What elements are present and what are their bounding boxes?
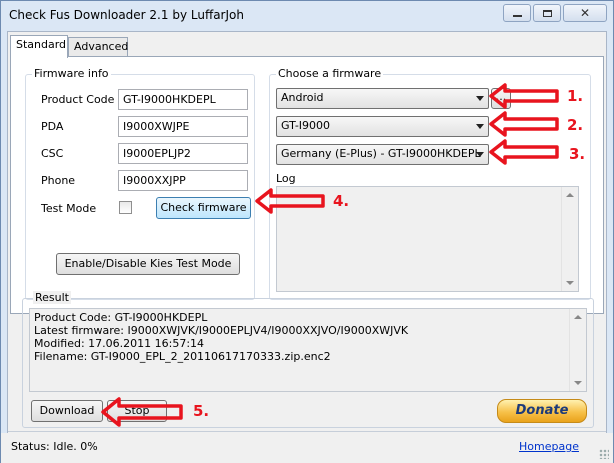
homepage-link[interactable]: Homepage xyxy=(519,440,579,453)
chevron-down-icon xyxy=(476,124,484,129)
annotation-arrow-3 xyxy=(489,139,559,165)
annotation-arrow-5 xyxy=(101,397,183,427)
firmware-info-group: Firmware info Product Code GT-I9000HKDEP… xyxy=(25,67,255,300)
chevron-down-icon xyxy=(476,96,484,101)
log-scrollbar[interactable] xyxy=(561,187,578,291)
os-select[interactable]: Android xyxy=(276,88,489,109)
result-line-modified: Modified: 17.06.2011 16:57:14 xyxy=(34,337,205,350)
result-scrollbar[interactable] xyxy=(569,309,586,391)
result-line-latest-firmware: Latest firmware: I9000XWJVK/I9000EPLJV4/… xyxy=(34,324,409,337)
minimize-button[interactable] xyxy=(503,4,531,22)
donate-button[interactable]: Donate xyxy=(497,399,587,423)
tab-standard[interactable]: Standard xyxy=(10,35,68,58)
model-select[interactable]: GT-I9000 xyxy=(276,116,489,137)
resize-grip-icon[interactable] xyxy=(599,449,609,459)
minimize-icon xyxy=(512,15,522,17)
result-label: Result xyxy=(33,291,71,304)
tab-advanced[interactable]: Advanced xyxy=(68,37,128,57)
title-bar[interactable]: Check Fus Downloader 2.1 by LuffarJoh ✕ xyxy=(1,1,613,27)
annotation-label-2: 2. xyxy=(567,116,584,134)
model-select-value: GT-I9000 xyxy=(281,119,331,132)
test-mode-label: Test Mode xyxy=(41,202,97,215)
close-button[interactable]: ✕ xyxy=(563,4,607,22)
scroll-up-icon[interactable] xyxy=(574,315,582,319)
choose-firmware-label: Choose a firmware xyxy=(276,67,384,80)
phone-label: Phone xyxy=(41,174,76,187)
download-button[interactable]: Download xyxy=(31,400,103,422)
result-box[interactable]: Product Code: GT-I9000HKDEPL Latest firm… xyxy=(29,308,587,392)
firmware-info-label: Firmware info xyxy=(32,67,111,80)
product-code-label: Product Code xyxy=(41,93,115,106)
phone-field[interactable]: I9000XXJPP xyxy=(118,170,248,191)
app-window: Check Fus Downloader 2.1 by LuffarJoh ✕ … xyxy=(0,0,614,463)
status-text: Status: Idle. 0% xyxy=(11,440,98,453)
annotation-arrow-2 xyxy=(489,111,559,137)
annotation-arrow-4 xyxy=(255,188,325,214)
scroll-down-icon[interactable] xyxy=(574,381,582,385)
window-title: Check Fus Downloader 2.1 by LuffarJoh xyxy=(9,8,244,22)
divider xyxy=(8,431,606,432)
maximize-button[interactable] xyxy=(533,4,561,22)
close-icon: ✕ xyxy=(579,6,591,20)
result-line-product-code: Product Code: GT-I9000HKDEPL xyxy=(34,311,208,324)
product-code-field[interactable]: GT-I9000HKDEPL xyxy=(118,89,248,110)
os-select-value: Android xyxy=(281,91,324,104)
scroll-down-icon[interactable] xyxy=(566,281,574,285)
annotation-label-1: 1. xyxy=(567,87,584,105)
maximize-icon xyxy=(542,9,552,17)
scroll-up-icon[interactable] xyxy=(566,193,574,197)
annotation-label-4: 4. xyxy=(333,192,350,210)
csc-label: CSC xyxy=(41,147,64,160)
annotation-arrow-1 xyxy=(489,83,559,109)
check-firmware-button[interactable]: Check firmware xyxy=(156,197,251,219)
chevron-down-icon xyxy=(476,152,484,157)
status-bar: Status: Idle. 0% Homepage xyxy=(1,433,613,463)
region-select-value: Germany (E-Plus) - GT-I9000HKDEPL xyxy=(281,147,481,160)
test-mode-checkbox[interactable] xyxy=(119,201,132,214)
result-line-filename: Filename: GT-I9000_EPL_2_20110617170333.… xyxy=(34,350,331,363)
pda-field[interactable]: I9000XWJPE xyxy=(118,116,248,137)
log-label: Log xyxy=(276,172,296,185)
kies-test-mode-button[interactable]: Enable/Disable Kies Test Mode xyxy=(56,253,240,275)
region-select[interactable]: Germany (E-Plus) - GT-I9000HKDEPL xyxy=(276,144,489,165)
annotation-label-5: 5. xyxy=(193,402,210,420)
pda-label: PDA xyxy=(41,120,64,133)
annotation-label-3: 3. xyxy=(569,145,586,163)
csc-field[interactable]: I9000EPLJP2 xyxy=(118,143,248,164)
